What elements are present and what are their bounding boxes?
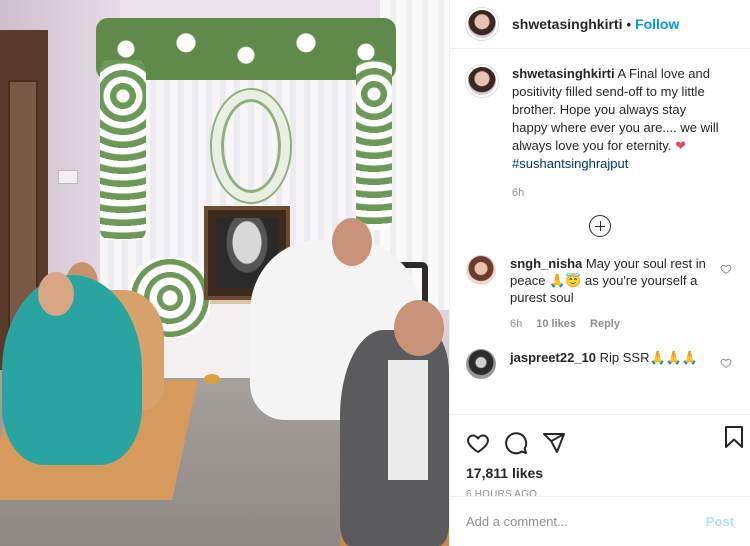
likes-count[interactable]: 17,811 likes [466,465,734,481]
post-button[interactable]: Post [706,514,734,529]
save-bookmark-icon[interactable] [722,425,746,449]
share-icon[interactable] [542,431,566,455]
post-header: shwetasinghkirti • Follow [450,0,750,49]
comment: jaspreet22_10 Rip SSR🙏🙏🙏 [466,349,734,379]
flower-wreath [212,90,290,202]
comment-composer: Post [450,496,750,546]
post-photo[interactable] [0,0,449,546]
white-top [388,360,428,480]
caption-text: shwetasinghkirti A Final love and positi… [512,65,722,173]
avatar[interactable] [466,8,498,40]
hashtag-link[interactable]: #sushantsinghrajput [512,156,628,171]
load-more-comments[interactable] [466,215,734,237]
head [332,218,372,266]
heart-icon[interactable] [720,263,732,275]
comment-time[interactable]: 6h [510,316,522,333]
avatar[interactable] [466,65,498,97]
comment-username[interactable]: sngh_nisha [510,256,582,271]
comment: sngh_nisha May your soul rest in peace 🙏… [466,255,734,333]
plus-circle-icon[interactable] [589,215,611,237]
caption-username[interactable]: shwetasinghkirti [512,66,615,81]
floral-column-right [356,60,392,230]
comment-text: Rip SSR🙏🙏🙏 [599,350,699,365]
post-actions: 17,811 likes 6 HOURS AGO Post [450,414,750,546]
like-icon[interactable] [466,431,490,455]
comment-username[interactable]: jaspreet22_10 [510,350,596,365]
instagram-post: shwetasinghkirti • Follow shwetasinghkir… [0,0,750,546]
avatar[interactable] [466,255,496,285]
comment-icon[interactable] [504,431,528,455]
comments-section[interactable]: shwetasinghkirti A Final love and positi… [450,49,750,414]
heart-icon[interactable] [720,357,732,369]
head [394,300,444,356]
comment-body: sngh_nisha May your soul rest in peace 🙏… [510,255,715,333]
floral-column-left [100,60,146,240]
caption-time[interactable]: 6h [512,187,734,199]
comment-input[interactable] [466,514,696,529]
separator-dot: • [626,16,632,32]
action-icons [466,423,743,463]
reply-button[interactable]: Reply [590,316,620,333]
diya-lamp [204,374,220,384]
comment-meta: 6h 10 likes Reply [510,316,715,333]
head [38,272,74,316]
caption: shwetasinghkirti A Final love and positi… [466,65,734,173]
post-side-panel: shwetasinghkirti • Follow shwetasinghkir… [449,0,750,546]
comment-body: jaspreet22_10 Rip SSR🙏🙏🙏 [510,349,715,379]
wall-switch [58,170,78,184]
username-link[interactable]: shwetasinghkirti [512,16,622,32]
avatar[interactable] [466,349,496,379]
follow-button[interactable]: Follow [635,16,679,32]
heart-emoji: ❤ [675,138,686,153]
comment-likes[interactable]: 10 likes [536,316,576,333]
